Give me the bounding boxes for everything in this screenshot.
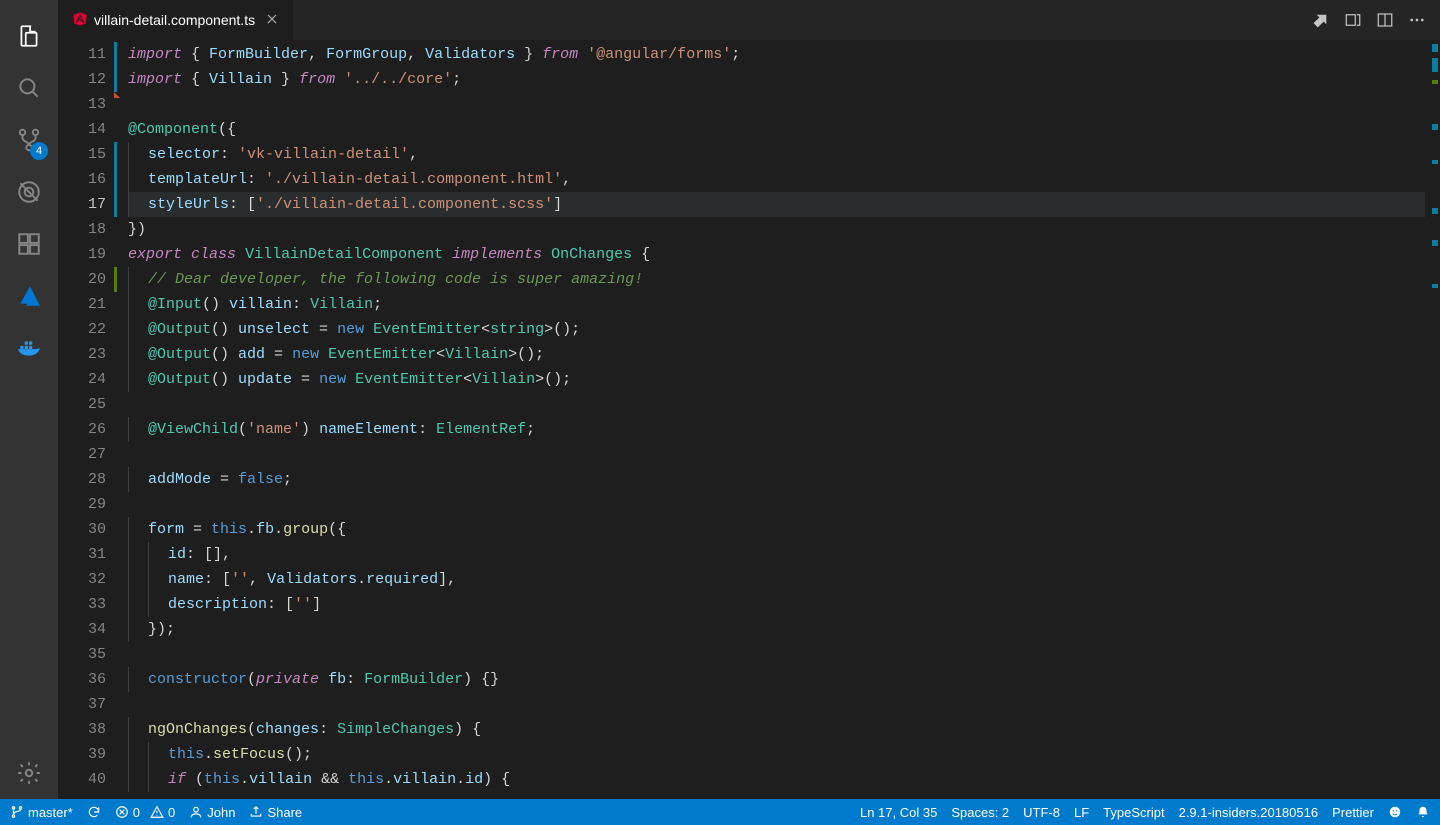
activity-bar: 4 bbox=[0, 0, 58, 799]
tab-close-icon[interactable] bbox=[265, 12, 279, 29]
code-line[interactable]: }); bbox=[128, 617, 1425, 642]
status-language[interactable]: TypeScript bbox=[1103, 805, 1164, 820]
code-line[interactable]: @Output() unselect = new EventEmitter<st… bbox=[128, 317, 1425, 342]
split-editor-icon[interactable] bbox=[1376, 11, 1394, 29]
code-line[interactable]: @ViewChild('name') nameElement: ElementR… bbox=[128, 417, 1425, 442]
code-line[interactable]: addMode = false; bbox=[128, 467, 1425, 492]
code-line[interactable]: ngOnChanges(changes: SimpleChanges) { bbox=[128, 717, 1425, 742]
code-line[interactable]: import { Villain } from '../../core'; bbox=[128, 67, 1425, 92]
code-content[interactable]: import { FormBuilder, FormGroup, Validat… bbox=[128, 40, 1425, 799]
code-line[interactable]: @Input() villain: Villain; bbox=[128, 292, 1425, 317]
code-line[interactable] bbox=[128, 392, 1425, 417]
code-line[interactable] bbox=[128, 492, 1425, 517]
editor-region: villain-detail.component.ts 111213141516… bbox=[58, 0, 1440, 799]
code-line[interactable]: description: [''] bbox=[128, 592, 1425, 617]
git-compare-icon[interactable] bbox=[1312, 11, 1330, 29]
open-changes-icon[interactable] bbox=[1344, 11, 1362, 29]
status-indentation[interactable]: Spaces: 2 bbox=[951, 805, 1009, 820]
explorer-icon[interactable] bbox=[0, 10, 58, 62]
code-line[interactable]: name: ['', Validators.required], bbox=[128, 567, 1425, 592]
code-line[interactable] bbox=[128, 642, 1425, 667]
tab-filename: villain-detail.component.ts bbox=[94, 12, 255, 28]
status-formatter[interactable]: Prettier bbox=[1332, 805, 1374, 820]
more-actions-icon[interactable] bbox=[1408, 11, 1426, 29]
azure-icon[interactable] bbox=[0, 270, 58, 322]
minimap[interactable] bbox=[1425, 40, 1440, 799]
source-control-icon[interactable]: 4 bbox=[0, 114, 58, 166]
code-line[interactable]: }) bbox=[128, 217, 1425, 242]
code-line[interactable]: id: [], bbox=[128, 542, 1425, 567]
status-share[interactable]: Share bbox=[249, 805, 302, 820]
status-bell-icon[interactable] bbox=[1416, 805, 1430, 819]
angular-file-icon bbox=[72, 11, 88, 30]
status-feedback-icon[interactable] bbox=[1388, 805, 1402, 819]
settings-gear-icon[interactable] bbox=[0, 747, 58, 799]
status-eol[interactable]: LF bbox=[1074, 805, 1089, 820]
editor-actions bbox=[1312, 0, 1440, 40]
status-branch[interactable]: master* bbox=[10, 805, 73, 820]
status-problems[interactable]: 0 0 bbox=[115, 805, 175, 820]
code-line[interactable] bbox=[128, 692, 1425, 717]
status-ts-version[interactable]: 2.9.1-insiders.20180516 bbox=[1179, 805, 1319, 820]
code-line[interactable]: templateUrl: './villain-detail.component… bbox=[128, 167, 1425, 192]
debug-icon[interactable] bbox=[0, 166, 58, 218]
scm-badge: 4 bbox=[30, 142, 48, 160]
docker-icon[interactable] bbox=[0, 322, 58, 374]
code-line[interactable]: selector: 'vk-villain-detail', bbox=[128, 142, 1425, 167]
tab-bar: villain-detail.component.ts bbox=[58, 0, 1440, 40]
code-line[interactable] bbox=[128, 442, 1425, 467]
code-line[interactable]: @Output() update = new EventEmitter<Vill… bbox=[128, 367, 1425, 392]
code-line[interactable] bbox=[128, 92, 1425, 117]
search-icon[interactable] bbox=[0, 62, 58, 114]
code-line[interactable]: export class VillainDetailComponent impl… bbox=[128, 242, 1425, 267]
code-line[interactable]: this.setFocus(); bbox=[128, 742, 1425, 767]
code-line[interactable]: constructor(private fb: FormBuilder) {} bbox=[128, 667, 1425, 692]
status-live-share[interactable]: John bbox=[189, 805, 235, 820]
code-line[interactable]: @Output() add = new EventEmitter<Villain… bbox=[128, 342, 1425, 367]
code-line[interactable]: // Dear developer, the following code is… bbox=[128, 267, 1425, 292]
status-encoding[interactable]: UTF-8 bbox=[1023, 805, 1060, 820]
code-line[interactable]: import { FormBuilder, FormGroup, Validat… bbox=[128, 42, 1425, 67]
status-sync-icon[interactable] bbox=[87, 805, 101, 819]
extensions-icon[interactable] bbox=[0, 218, 58, 270]
main-area: 4 villain-detail.component.ts bbox=[0, 0, 1440, 799]
line-number-gutter: 1112131415161718192021222324252627282930… bbox=[58, 40, 128, 799]
code-line[interactable]: @Component({ bbox=[128, 117, 1425, 142]
status-cursor-position[interactable]: Ln 17, Col 35 bbox=[860, 805, 937, 820]
code-line[interactable]: if (this.villain && this.villain.id) { bbox=[128, 767, 1425, 792]
code-line[interactable]: styleUrls: ['./villain-detail.component.… bbox=[128, 192, 1425, 217]
code-line[interactable]: form = this.fb.group({ bbox=[128, 517, 1425, 542]
editor-body[interactable]: 1112131415161718192021222324252627282930… bbox=[58, 40, 1440, 799]
status-bar: master* 0 0 John Share Ln 17, Col 35 Spa… bbox=[0, 799, 1440, 825]
tab-villain-detail[interactable]: villain-detail.component.ts bbox=[58, 0, 294, 40]
